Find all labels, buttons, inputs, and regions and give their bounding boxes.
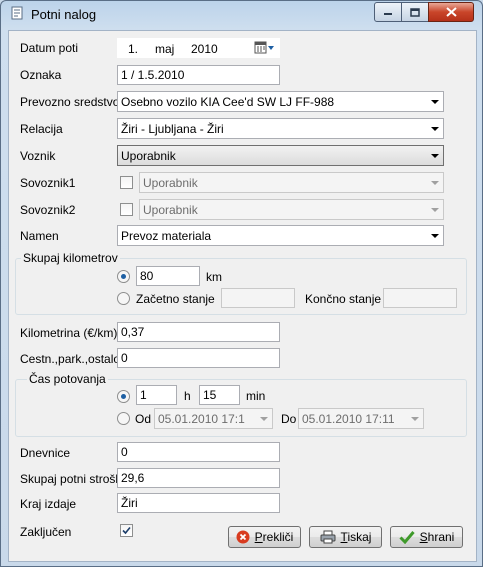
oznaka-input[interactable]: 1 / 1.5.2010	[117, 65, 280, 85]
voznik-value: Uporabnik	[121, 149, 176, 163]
sovoznik2-select[interactable]: Uporabnik	[139, 199, 444, 220]
minimize-button[interactable]	[374, 2, 402, 22]
dnevnice-input[interactable]: 0	[117, 442, 280, 462]
close-icon	[445, 7, 457, 17]
prevozno-sredstvo-label: Prevozno sredstvo	[20, 95, 120, 109]
minutes-input[interactable]: 15	[199, 385, 240, 405]
do-label: Do	[281, 412, 297, 426]
cancel-button-label: Prekliči	[254, 530, 294, 544]
zakljucen-checkbox[interactable]	[120, 524, 133, 537]
relacija-select[interactable]: Žiri - Ljubljana - Žiri	[117, 118, 444, 139]
do-datetime-picker[interactable]: 05.01.2010 17:11	[298, 408, 424, 429]
cestnina-input[interactable]: 0	[117, 348, 280, 368]
datum-day[interactable]: 1.	[128, 42, 138, 56]
maximize-button[interactable]	[401, 2, 429, 22]
kraj-izdaje-label: Kraj izdaje	[20, 497, 77, 511]
duration-radio[interactable]	[117, 390, 130, 403]
save-button[interactable]: Shrani	[390, 526, 463, 548]
prevozno-sredstvo-select[interactable]: Osebno vozilo KIA Cee'd SW LJ FF-988	[117, 91, 444, 112]
namen-select[interactable]: Prevoz materiala	[117, 225, 444, 246]
title-bar[interactable]: Potni nalog	[1, 1, 482, 27]
datum-month[interactable]: maj	[155, 42, 174, 56]
checkmark-icon	[399, 531, 415, 544]
window-title: Potni nalog	[31, 7, 97, 22]
datum-poti-label: Datum poti	[20, 41, 79, 55]
oznaka-label: Oznaka	[20, 68, 62, 82]
datum-poti-picker[interactable]: 1. maj 2010	[117, 38, 280, 58]
voznik-label: Voznik	[20, 149, 56, 163]
end-state-label: Končno stanje	[305, 292, 382, 306]
do-datetime-value: 05.01.2010 17:11	[302, 412, 395, 426]
relacija-value: Žiri - Ljubljana - Žiri	[121, 122, 224, 136]
dialog-window: Potni nalog Datum poti 1. maj 2010 Oznak…	[0, 0, 483, 567]
chevron-down-icon	[431, 154, 439, 158]
sovoznik1-checkbox[interactable]	[120, 176, 133, 189]
datum-year[interactable]: 2010	[191, 42, 218, 56]
sovoznik2-checkbox[interactable]	[120, 203, 133, 216]
kilometrina-label: Kilometrina (€/km)	[20, 326, 118, 340]
sovoznik1-label: Sovoznik1	[20, 176, 76, 190]
checkmark-icon	[122, 526, 131, 535]
od-label: Od	[135, 412, 152, 426]
od-datetime-picker[interactable]: 05.01.2010 17:1	[154, 408, 273, 429]
maximize-icon	[410, 7, 420, 17]
start-state-label: Začetno stanje	[136, 292, 215, 306]
document-icon	[11, 6, 23, 20]
sovoznik2-value: Uporabnik	[143, 203, 198, 217]
namen-label: Namen	[20, 229, 59, 243]
print-button-label: Tiskaj	[340, 530, 372, 544]
cancel-button[interactable]: Prekliči	[228, 526, 301, 548]
sovoznik1-select[interactable]: Uporabnik	[139, 172, 444, 193]
hours-unit-label: h	[184, 389, 191, 403]
cancel-icon	[236, 530, 250, 544]
km-radio[interactable]	[117, 270, 130, 283]
form-panel: Datum poti 1. maj 2010 Oznaka 1 / 1.5.20…	[8, 30, 477, 562]
chevron-down-icon	[431, 181, 439, 185]
minimize-icon	[384, 13, 392, 15]
start-state-input[interactable]	[221, 288, 295, 308]
zakljucen-label: Zaključen	[20, 525, 72, 539]
close-window-button[interactable]	[428, 2, 474, 22]
chevron-down-icon	[431, 234, 439, 238]
km-input[interactable]: 80	[136, 266, 200, 286]
chevron-down-icon	[431, 208, 439, 212]
chevron-down-icon	[431, 100, 439, 104]
relacija-label: Relacija	[20, 122, 63, 136]
od-datetime-value: 05.01.2010 17:1	[158, 412, 245, 426]
print-button[interactable]: Tiskaj	[309, 526, 382, 548]
cestnina-label: Cestn.,park.,ostalo	[20, 352, 121, 366]
namen-value: Prevoz materiala	[121, 229, 212, 243]
hours-input[interactable]: 1	[136, 385, 177, 405]
sovoznik2-label: Sovoznik2	[20, 203, 76, 217]
km-unit-label: km	[206, 270, 222, 284]
prevozno-sredstvo-value: Osebno vozilo KIA Cee'd SW LJ FF-988	[121, 95, 335, 109]
save-button-label: Shrani	[419, 530, 455, 544]
cas-potovanja-legend: Čas potovanja	[27, 372, 108, 386]
kraj-izdaje-input[interactable]: Žiri	[117, 493, 280, 513]
chevron-down-icon	[411, 417, 419, 421]
calendar-icon[interactable]	[254, 41, 276, 55]
minutes-unit-label: min	[246, 389, 266, 403]
printer-icon	[320, 530, 336, 544]
kilometrina-input[interactable]: 0,37	[117, 322, 280, 342]
interval-radio[interactable]	[117, 412, 130, 425]
chevron-down-icon	[431, 127, 439, 131]
skupaj-km-legend: Skupaj kilometrov	[21, 251, 120, 265]
dnevnice-label: Dnevnice	[20, 446, 71, 460]
end-state-input[interactable]	[383, 288, 457, 308]
voznik-select[interactable]: Uporabnik	[117, 145, 444, 166]
chevron-down-icon	[260, 417, 268, 421]
sovoznik1-value: Uporabnik	[143, 176, 198, 190]
start-state-radio[interactable]	[117, 292, 130, 305]
skupaj-stroski-label: Skupaj potni stroški	[20, 472, 125, 486]
skupaj-stroski-input[interactable]: 29,6	[117, 468, 280, 488]
